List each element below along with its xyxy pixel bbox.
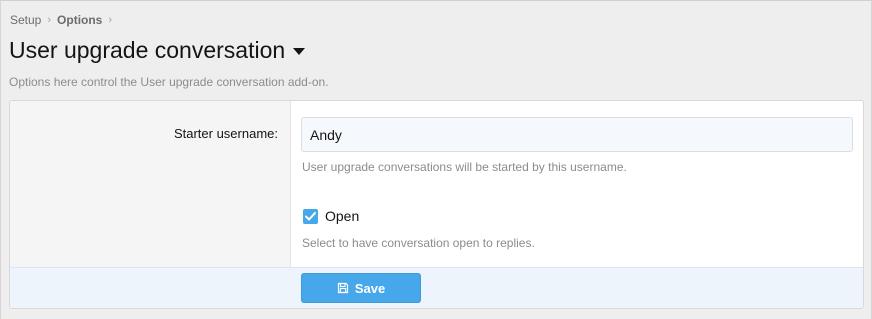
checkmark-icon (305, 211, 316, 220)
page-title[interactable]: User upgrade conversation (9, 37, 306, 64)
caret-down-icon[interactable] (293, 48, 306, 55)
breadcrumb: Setup › Options › (10, 13, 118, 27)
open-label: Open (325, 208, 360, 224)
open-hint: Select to have conversation open to repl… (302, 236, 535, 250)
starter-username-label: Starter username: (173, 126, 278, 141)
breadcrumb-options[interactable]: Options (57, 13, 102, 27)
page-frame: Setup › Options › User upgrade conversat… (0, 0, 872, 319)
save-button-label: Save (354, 280, 386, 296)
starter-username-hint: User upgrade conversations will be start… (302, 160, 627, 174)
open-checkbox[interactable] (303, 208, 318, 224)
form-footer: Save (10, 267, 863, 308)
breadcrumb-setup[interactable]: Setup (10, 13, 41, 27)
breadcrumb-separator-icon: › (108, 14, 113, 26)
options-panel: Starter username: User upgrade conversat… (9, 100, 864, 309)
label-column: Starter username: (10, 101, 291, 267)
save-button[interactable]: Save (301, 273, 421, 303)
open-option[interactable]: Open (303, 208, 359, 224)
page-title-text: User upgrade conversation (9, 37, 286, 63)
page-description: Options here control the User upgrade co… (9, 75, 329, 89)
starter-username-input[interactable] (301, 117, 853, 152)
breadcrumb-separator-icon: › (47, 14, 52, 26)
floppy-disk-icon (337, 282, 349, 294)
